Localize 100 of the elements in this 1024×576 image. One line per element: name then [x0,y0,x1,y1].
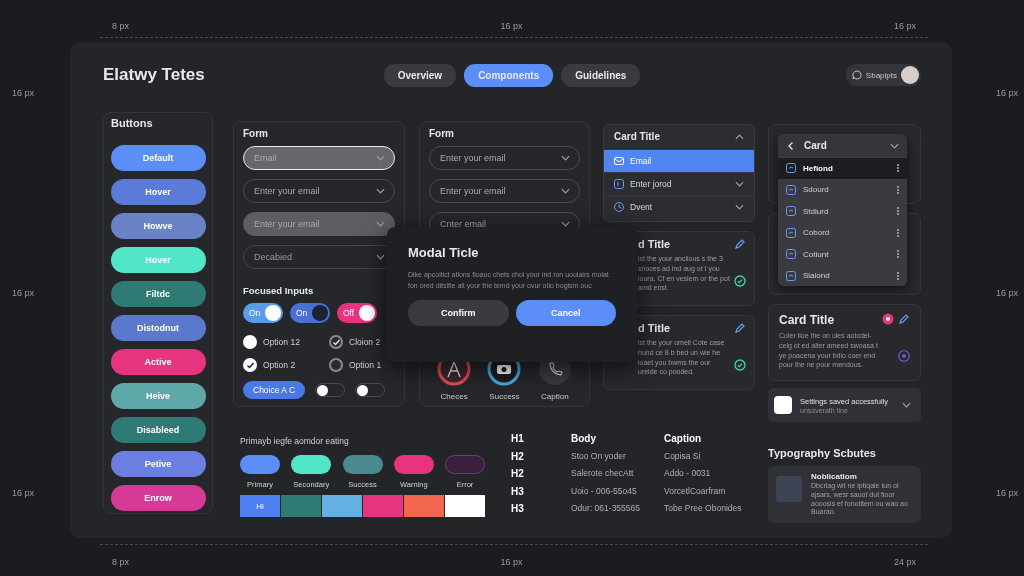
section-title: Focused Inputs [243,285,315,296]
sample-button[interactable]: Filtdc [110,281,206,307]
list-item[interactable]: Hefiond [778,157,907,179]
type-sample: Tobe Pree Obonides [664,503,742,516]
icon-label: Success [489,392,520,401]
section-title: Form [243,128,269,139]
sample-button[interactable]: Disableed [110,417,206,443]
chevron-icon [376,254,385,260]
check-icon [331,337,341,347]
modal-title: Modal Ticle [408,245,480,260]
chevron-icon [561,155,570,161]
modal-button[interactable]: Confirm [408,300,509,326]
spacing-label: 16 px [996,288,1020,298]
spacing-label: 16 px [12,288,36,298]
type-heading: Caption [664,433,703,446]
square-icon [786,227,796,238]
type-heading: H1 [511,433,525,446]
toggle-switch[interactable]: On [290,303,330,323]
chevron-icon[interactable] [735,133,744,140]
dot-icon [882,313,894,325]
section-title: Primayb iegfe aomdor eating [240,436,350,446]
spacing-label: 16 px [500,21,523,31]
square-icon [786,249,796,260]
sample-button[interactable]: Howve [110,213,206,239]
user-name: Sbapipts [865,70,897,80]
card-title: d Title [638,238,672,250]
select-field[interactable]: Enter your email [243,212,395,236]
type-heading: H2 [511,450,525,464]
avatar [901,66,919,84]
list-item[interactable]: Cotiunt [778,243,907,265]
radio-label: Option 1 [349,360,382,370]
toggle-switch[interactable]: On [243,303,283,323]
chevron-icon [376,155,385,161]
chat-icon [851,70,862,80]
sample-button[interactable]: Petive [110,451,206,477]
card-title: d Title [638,322,672,334]
list-item[interactable]: Stdiurd [778,200,907,222]
sample-button[interactable]: Heive [110,383,206,409]
modal-button[interactable]: Cancel [515,300,616,326]
select-field[interactable]: Enter your email [429,179,580,203]
dropdown-item[interactable]: Enter jorod [604,172,754,195]
sample-button[interactable]: Active [110,349,206,375]
sample-button[interactable]: Enrow [110,485,206,511]
list-item[interactable]: Slaiond [778,264,907,286]
list-item[interactable]: Sdourd [778,178,907,200]
chevron-icon [735,181,744,187]
check-icon [245,360,255,370]
type-heading: H3 [511,503,525,517]
pencil-icon [734,322,746,334]
square-icon [786,270,796,281]
spacing-label: 8 px [112,21,129,31]
spacing-label: 16 px [893,21,916,31]
radio-label: Option 12 [263,337,300,347]
type-heading: H2 [511,468,525,482]
radio-button[interactable] [243,335,257,349]
type-sample: VorcetlCoarfram [664,485,727,498]
square-icon [786,184,796,195]
back-icon[interactable] [786,140,796,151]
type-sample: Stoo On yoder [571,450,627,463]
sample-button[interactable]: Distodnut [110,315,206,341]
type-sample: Uoio - 006-55o45 [571,485,638,498]
photo-placeholder [776,476,802,502]
section-title: Buttons [111,117,154,129]
spacing-label: 8 px [112,557,129,567]
app-title: Elatwy Tetes [103,65,206,85]
list-title: Card [804,140,827,151]
radio-button[interactable] [243,358,257,372]
dropdown-item[interactable]: Dvent [604,195,754,218]
select-field[interactable]: Enter your email [429,146,580,170]
square-icon [614,179,624,189]
notification-title: Noblicatiom [811,472,858,481]
check-circle-icon [734,275,746,287]
color-swatch: Hi [240,495,280,517]
chevron-icon [735,204,744,210]
app-icon [774,396,792,414]
card-title: Card Title [614,131,660,142]
user-chip[interactable]: Sbapipts [845,64,921,86]
spacing-label: 16 px [996,488,1020,498]
choice-chip[interactable]: Choice A C [243,381,306,399]
chevron-icon [902,402,911,408]
pencil-icon [734,238,746,250]
radio-button[interactable] [329,358,343,372]
toggle-switch[interactable]: Off [337,303,377,323]
list-item[interactable]: Cobord [778,221,907,243]
chevron-icon [890,142,899,149]
sample-button[interactable]: Default [110,145,206,171]
chevron-icon [376,221,385,227]
chevron-icon [561,188,570,194]
tab[interactable]: Overview [383,63,457,87]
clock-icon [614,202,624,212]
tab[interactable]: Components [464,63,554,87]
dropdown-item[interactable]: Email [604,149,754,172]
sample-button[interactable]: Hover [110,179,206,205]
select-field[interactable]: Enter your email [243,179,395,203]
pencil-icon [898,313,910,325]
spacing-label: 16 px [996,88,1020,98]
tab[interactable]: Guidelines [561,63,641,87]
icon-label: Checes [440,392,468,401]
radio-label: Cloion 2 [349,337,381,347]
radio-button[interactable] [329,335,343,349]
